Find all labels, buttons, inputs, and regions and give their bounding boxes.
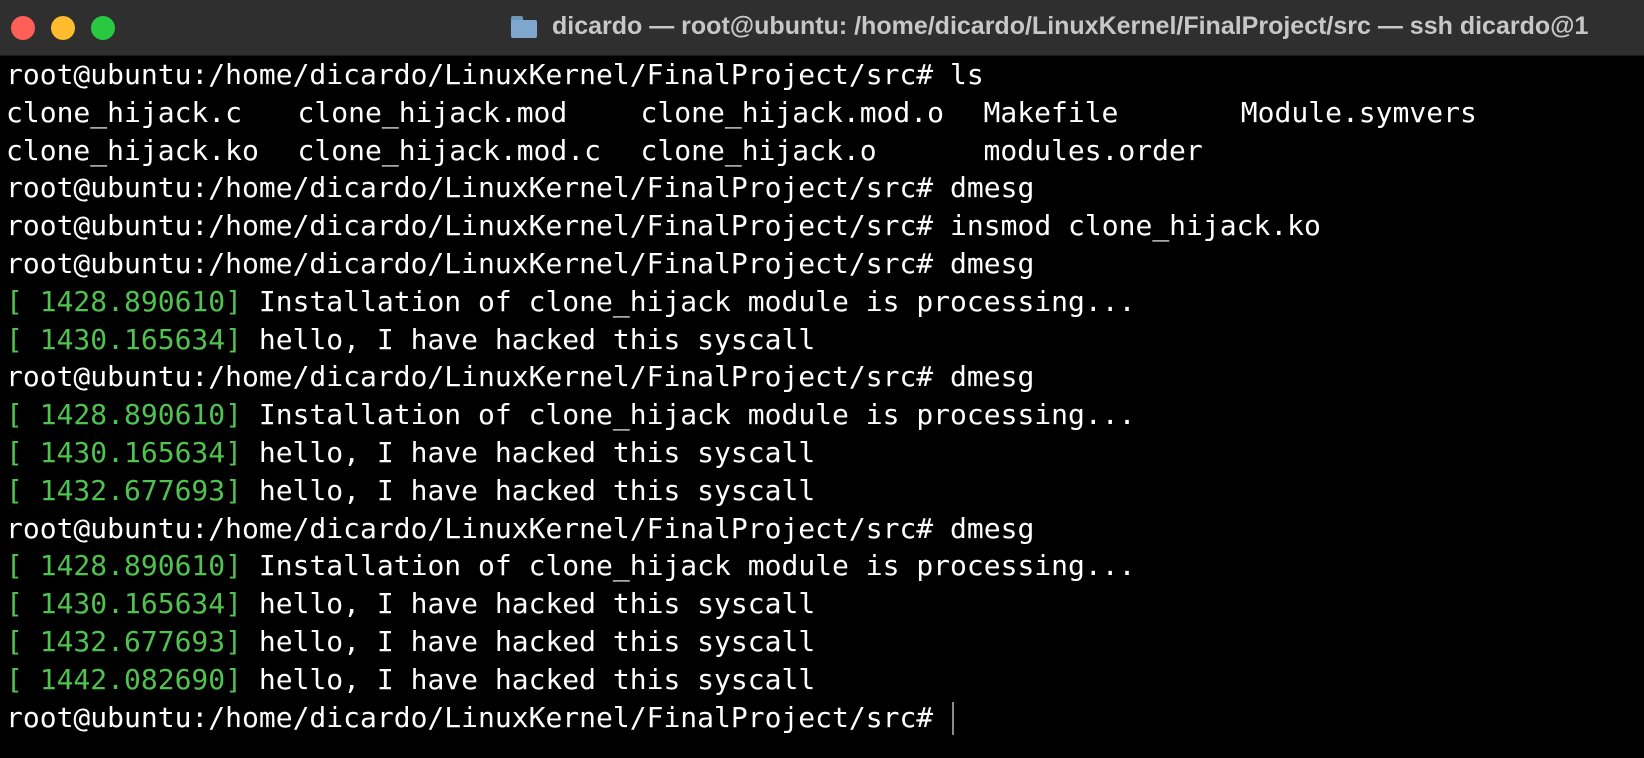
command-text: dmesg xyxy=(950,511,1035,545)
minimize-icon xyxy=(51,16,75,40)
file-name: clone_hijack.c xyxy=(6,95,243,129)
file-name: clone_hijack.ko xyxy=(6,133,259,167)
prompt: root@ubuntu:/home/dicardo/LinuxKernel/Fi… xyxy=(6,209,934,243)
title-bar[interactable]: dicardo — root@ubuntu: /home/dicardo/Lin… xyxy=(0,0,1644,56)
prompt-line: root@ubuntu:/home/dicardo/LinuxKernel/Fi… xyxy=(6,358,1642,396)
file-name: Makefile xyxy=(983,95,1119,129)
log-message: Installation of clone_hijack module is p… xyxy=(258,284,1136,318)
dmesg-log-line: [ 1432.677693] hello, I have hacked this… xyxy=(6,472,1642,510)
log-timestamp: [ 1428.890610] xyxy=(6,398,243,432)
prompt: root@ubuntu:/home/dicardo/LinuxKernel/Fi… xyxy=(6,700,934,734)
log-timestamp: [ 1432.677693] xyxy=(6,624,243,658)
folder-icon xyxy=(510,15,538,39)
log-timestamp: [ 1428.890610] xyxy=(6,549,243,583)
command-text: insmod clone_hijack.ko xyxy=(950,209,1321,243)
window-title-area: dicardo — root@ubuntu: /home/dicardo/Lin… xyxy=(510,12,1588,42)
prompt: root@ubuntu:/home/dicardo/LinuxKernel/Fi… xyxy=(6,171,934,205)
zoom-icon xyxy=(91,16,115,40)
dmesg-log-line: [ 1428.890610] Installation of clone_hij… xyxy=(6,396,1642,434)
prompt: root@ubuntu:/home/dicardo/LinuxKernel/Fi… xyxy=(6,246,934,280)
log-message: Installation of clone_hijack module is p… xyxy=(258,398,1136,432)
log-timestamp: [ 1430.165634] xyxy=(6,435,243,469)
log-message: hello, I have hacked this syscall xyxy=(258,473,816,507)
log-timestamp: [ 1430.165634] xyxy=(6,587,243,621)
file-name: clone_hijack.o xyxy=(640,133,877,167)
log-timestamp: [ 1430.165634] xyxy=(6,322,243,356)
log-message: hello, I have hacked this syscall xyxy=(258,662,816,696)
command-text: ls xyxy=(950,58,984,91)
file-name: Module.symvers xyxy=(1240,95,1477,129)
log-message: hello, I have hacked this syscall xyxy=(258,435,816,469)
dmesg-log-line: [ 1430.165634] hello, I have hacked this… xyxy=(6,585,1642,623)
dmesg-log-line: [ 1432.677693] hello, I have hacked this… xyxy=(6,623,1642,661)
dmesg-log-line: [ 1430.165634] hello, I have hacked this… xyxy=(6,321,1642,359)
prompt-line: root@ubuntu:/home/dicardo/LinuxKernel/Fi… xyxy=(6,207,1642,245)
log-message: Installation of clone_hijack module is p… xyxy=(258,549,1136,583)
text-cursor xyxy=(952,702,955,736)
log-message: hello, I have hacked this syscall xyxy=(258,624,816,658)
prompt-line: root@ubuntu:/home/dicardo/LinuxKernel/Fi… xyxy=(6,169,1642,207)
command-text: dmesg xyxy=(950,360,1035,394)
log-timestamp: [ 1428.890610] xyxy=(6,284,243,318)
command-text: dmesg xyxy=(950,246,1035,280)
command-text: dmesg xyxy=(950,171,1035,205)
file-name: clone_hijack.mod.o xyxy=(640,95,944,129)
minimize-button[interactable] xyxy=(51,16,75,40)
log-message: hello, I have hacked this syscall xyxy=(258,322,816,356)
ls-output-line: clone_hijack.c clone_hijack.mod clone_hija… xyxy=(6,94,1642,132)
terminal-window: dicardo — root@ubuntu: /home/dicardo/Lin… xyxy=(0,0,1644,758)
prompt: root@ubuntu:/home/dicardo/LinuxKernel/Fi… xyxy=(6,58,934,91)
log-message: hello, I have hacked this syscall xyxy=(258,587,816,621)
prompt-line: root@ubuntu:/home/dicardo/LinuxKernel/Fi… xyxy=(6,510,1642,548)
dmesg-log-line: [ 1428.890610] Installation of clone_hij… xyxy=(6,283,1642,321)
prompt: root@ubuntu:/home/dicardo/LinuxKernel/Fi… xyxy=(6,360,934,394)
log-timestamp: [ 1432.677693] xyxy=(6,473,243,507)
dmesg-log-line: [ 1442.082690] hello, I have hacked this… xyxy=(6,661,1642,699)
terminal-output[interactable]: root@ubuntu:/home/dicardo/LinuxKernel/Fi… xyxy=(6,56,1642,756)
prompt: root@ubuntu:/home/dicardo/LinuxKernel/Fi… xyxy=(6,511,934,545)
ls-output-line: clone_hijack.ko clone_hijack.mod.c clone_h… xyxy=(6,132,1642,170)
prompt-line: root@ubuntu:/home/dicardo/LinuxKernel/Fi… xyxy=(6,699,1642,737)
log-timestamp: [ 1442.082690] xyxy=(6,662,243,696)
prompt-line: root@ubuntu:/home/dicardo/LinuxKernel/Fi… xyxy=(6,56,1642,94)
file-name: clone_hijack.mod xyxy=(297,95,568,129)
file-name: modules.order xyxy=(983,133,1203,167)
close-button[interactable] xyxy=(11,16,35,40)
dmesg-log-line: [ 1428.890610] Installation of clone_hij… xyxy=(6,547,1642,585)
prompt-line: root@ubuntu:/home/dicardo/LinuxKernel/Fi… xyxy=(6,245,1642,283)
zoom-button[interactable] xyxy=(91,16,115,40)
dmesg-log-line: [ 1430.165634] hello, I have hacked this… xyxy=(6,434,1642,472)
window-title: dicardo — root@ubuntu: /home/dicardo/Lin… xyxy=(552,12,1589,40)
close-icon xyxy=(11,16,35,40)
file-name: clone_hijack.mod.c xyxy=(297,133,601,167)
